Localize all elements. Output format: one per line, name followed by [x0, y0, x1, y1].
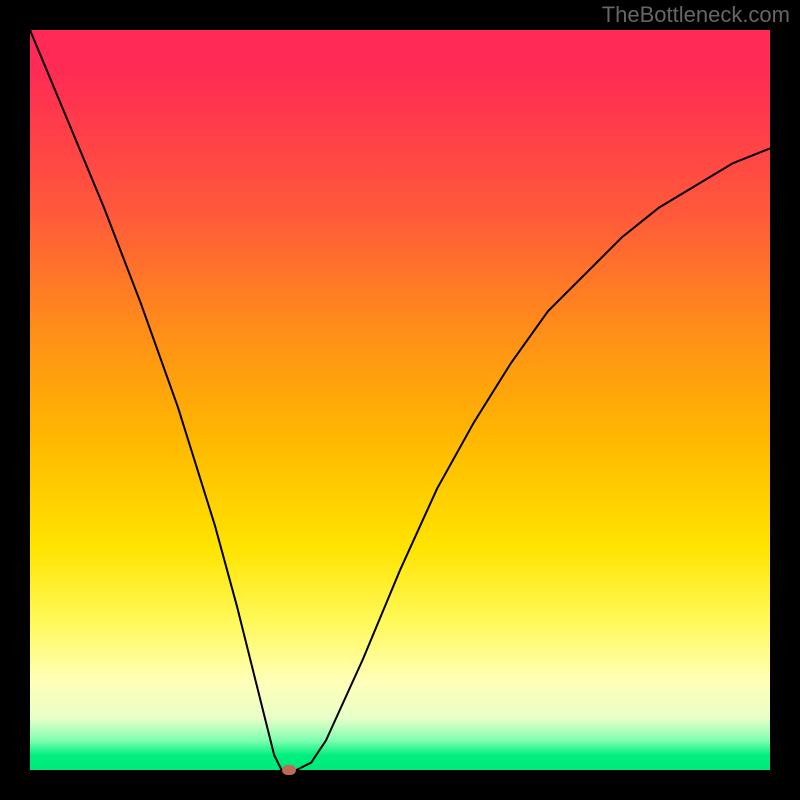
- chart-frame: TheBottleneck.com: [0, 0, 800, 800]
- bottleneck-curve: [30, 30, 770, 770]
- watermark-text: TheBottleneck.com: [602, 2, 790, 28]
- optimal-point-marker: [282, 765, 296, 775]
- plot-area: [30, 30, 770, 770]
